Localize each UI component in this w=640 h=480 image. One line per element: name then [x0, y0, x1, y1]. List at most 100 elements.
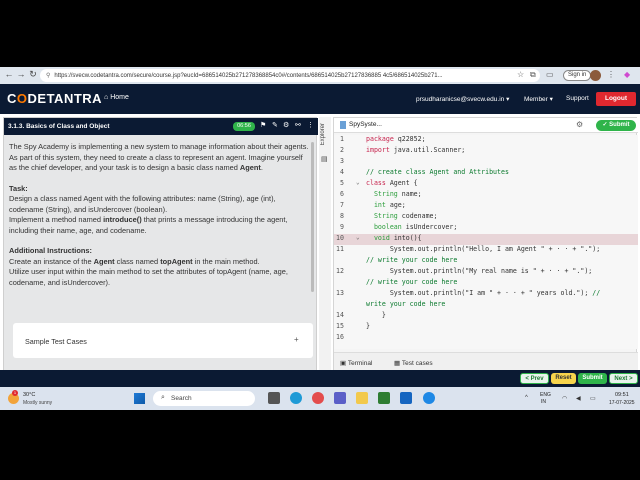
code-line[interactable]: 5 ⌄ class Agent { — [334, 179, 638, 190]
settings-icon[interactable]: ⚙ — [283, 121, 289, 129]
home-link[interactable]: ⌂ Home — [104, 94, 129, 101]
code-line[interactable]: // write your code here — [334, 278, 638, 289]
bookmark-icon[interactable]: ⚑ — [260, 121, 266, 129]
line-number: 2 — [340, 146, 344, 154]
code-line[interactable]: write your code here — [334, 300, 638, 311]
member-menu[interactable]: Member ▾ — [524, 95, 553, 103]
reload-icon[interactable]: ↻ — [26, 69, 40, 80]
files-icon: ▤ — [321, 156, 328, 163]
user-email: prsudharanicse@svecw.edu.in — [416, 96, 505, 103]
address-bar[interactable]: ⚲ https://svecw.codetantra.com/secure/co… — [40, 69, 540, 82]
link-icon[interactable]: ⚯ — [295, 121, 301, 129]
code-line[interactable]: 3 — [334, 157, 638, 168]
code-line[interactable]: 13 System.out.println("I am " + · · + " … — [334, 289, 638, 300]
logout-button[interactable]: Logout — [596, 92, 636, 106]
clock-date: 17-07-2025 — [609, 400, 635, 406]
teams-icon[interactable] — [334, 392, 346, 404]
code-text: System.out.println("My real name is " + … — [366, 267, 593, 275]
test-cases-icon: ▦ — [394, 360, 401, 367]
language-indicator[interactable]: ENG — [540, 392, 551, 398]
home-label: Home — [110, 94, 129, 101]
sample-test-cases-panel[interactable]: Sample Test Cases + — [13, 323, 313, 358]
code-text: class Agent { — [366, 179, 418, 187]
edit-icon[interactable]: ✎ — [272, 121, 278, 129]
code-line[interactable]: 7 int age; — [334, 201, 638, 212]
next-button[interactable]: Next > — [609, 373, 638, 384]
search-icon: ⌕ — [161, 394, 165, 401]
explorer-label: Explorer — [320, 123, 326, 146]
code-line[interactable]: 1 package q22852; — [334, 135, 638, 146]
code-line[interactable]: 4 // create class Agent and Attributes — [334, 168, 638, 179]
code-line[interactable]: 10 ⌄ void into(){ — [334, 234, 638, 245]
profile-avatar[interactable] — [590, 70, 601, 81]
code-line[interactable]: 14 } — [334, 311, 638, 322]
problem-pane: 3.1.3. Basics of Class and Object 06:56 … — [3, 117, 318, 372]
support-link[interactable]: Support — [566, 95, 589, 102]
code-editor[interactable]: 1 package q22852; 2 import java.util.Scanne… — [334, 135, 638, 349]
line-number: 3 — [340, 157, 344, 165]
logo-text-start: C — [7, 91, 17, 106]
task-view-icon[interactable] — [268, 392, 280, 404]
editor-settings-icon[interactable]: ⚙ — [576, 120, 583, 129]
reset-button[interactable]: Reset — [551, 373, 576, 384]
submit-button[interactable]: Submit — [578, 373, 607, 384]
code-line[interactable]: // write your code here — [334, 256, 638, 267]
file-explorer-icon[interactable] — [356, 392, 368, 404]
fold-icon[interactable]: ⌄ — [356, 234, 360, 241]
windows-start-icon[interactable] — [134, 393, 145, 404]
sign-in-button[interactable]: Sign in — [563, 70, 592, 81]
edge-icon[interactable] — [290, 392, 302, 404]
code-line[interactable]: 16 — [334, 333, 638, 344]
sidebar-icon[interactable]: ▭ — [546, 70, 554, 79]
sample-test-cases-label: Sample Test Cases — [25, 337, 87, 346]
explorer-tab[interactable]: Explorer ▤ — [319, 117, 331, 372]
menu-icon[interactable]: ⋮ — [607, 70, 615, 79]
line-number: 1 — [340, 135, 344, 143]
code-line[interactable]: 11 System.out.println("Hello, I am Agent… — [334, 245, 638, 256]
clock-time[interactable]: 09:51 — [615, 392, 629, 398]
additional-line-2: Utilize user input within the main metho… — [9, 267, 288, 287]
chrome-icon[interactable] — [312, 392, 324, 404]
terminal-icon: ▣ — [340, 360, 347, 367]
question-nav-bar: < Prev Reset Submit Next > — [0, 370, 640, 387]
prev-button[interactable]: < Prev — [520, 373, 549, 384]
site-info-icon[interactable]: ⚲ — [46, 72, 50, 79]
code-line[interactable]: 9 boolean isUndercover; — [334, 223, 638, 234]
file-tab[interactable]: SpySyste... — [349, 121, 382, 128]
battery-icon[interactable]: ▭ — [590, 395, 596, 402]
wifi-icon[interactable]: ◠ — [562, 395, 567, 402]
line-number: 16 — [336, 333, 344, 341]
code-line[interactable]: 6 String name; — [334, 190, 638, 201]
problem-scrollbar[interactable] — [311, 142, 314, 292]
tray-chevron-icon[interactable]: ^ — [525, 395, 528, 401]
codetantra-logo[interactable]: CODETANTRA — [7, 91, 102, 106]
line-number: 6 — [340, 190, 344, 198]
code-line[interactable]: 12 System.out.println("My real name is "… — [334, 267, 638, 278]
code-line[interactable]: 2 import java.util.Scanner; — [334, 146, 638, 157]
expand-icon[interactable]: + — [294, 335, 299, 344]
problem-description: The Spy Academy is implementing a new sy… — [9, 142, 309, 298]
fold-icon[interactable]: ⌄ — [356, 179, 360, 186]
test-cases-tab[interactable]: ▦ Test cases — [394, 359, 433, 367]
intro-paragraph: The Spy Academy is implementing a new sy… — [9, 142, 309, 172]
extensions-icon[interactable]: ⧉ — [530, 70, 536, 80]
volume-icon[interactable]: ◀ — [576, 395, 581, 402]
copilot-icon[interactable]: ◆ — [624, 70, 630, 79]
code-text: // write your code here — [366, 256, 458, 264]
java-file-icon — [340, 121, 346, 129]
word-icon[interactable] — [400, 392, 412, 404]
code-line[interactable]: 8 String codename; — [334, 212, 638, 223]
taskbar-search[interactable]: ⌕ Search — [153, 391, 255, 406]
user-email-menu[interactable]: prsudharanicse@svecw.edu.in ▾ — [416, 95, 509, 103]
editor-submit-button[interactable]: ✓ Submit — [596, 120, 636, 131]
more-icon[interactable]: ⋮ — [307, 121, 314, 129]
app-icon[interactable] — [423, 392, 435, 404]
code-line[interactable]: 15} — [334, 322, 638, 333]
code-text: write your code here — [366, 300, 446, 308]
home-icon: ⌂ — [104, 94, 109, 101]
chevron-down-icon: ▾ — [549, 96, 553, 103]
terminal-tab[interactable]: ▣ Terminal — [340, 359, 372, 367]
code-text: void into(){ — [373, 234, 422, 242]
spreadsheet-icon[interactable] — [378, 392, 390, 404]
bookmark-star-icon[interactable]: ☆ — [517, 70, 524, 79]
